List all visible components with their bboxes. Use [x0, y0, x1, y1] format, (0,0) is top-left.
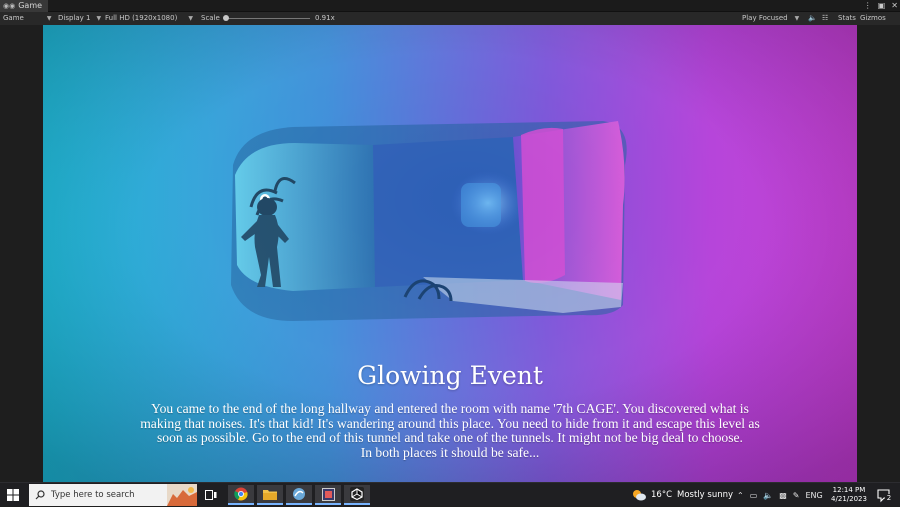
- weather-temperature: 16°C: [651, 490, 673, 500]
- stats-button[interactable]: Stats: [838, 12, 856, 25]
- pen-icon[interactable]: ✎: [793, 491, 800, 500]
- game-view-dropdown[interactable]: Game ▼: [3, 12, 51, 25]
- notification-count: 2: [885, 494, 893, 502]
- game-tab[interactable]: ◉◉ Game: [0, 0, 49, 12]
- scale-label: Scale: [201, 14, 220, 22]
- editor-tab-bar: ◉◉ Game ⋮ ▣ ✕: [0, 0, 900, 12]
- game-viewport[interactable]: Glowing Event You came to the end of the…: [43, 25, 857, 482]
- chrome-icon[interactable]: [228, 485, 254, 505]
- game-view-dropdown-label: Game: [3, 14, 24, 22]
- story-text: You came to the end of the long hallway …: [93, 401, 807, 460]
- window-controls: ⋮ ▣ ✕: [864, 0, 898, 12]
- clock-time: 12:14 PM: [832, 486, 866, 494]
- resolution-dropdown[interactable]: Full HD (1920x1080) ▼: [105, 12, 193, 25]
- mute-audio-icon[interactable]: 🔈: [808, 12, 817, 25]
- task-view-icon[interactable]: [198, 485, 224, 505]
- monitor-icon[interactable]: ▩: [779, 491, 787, 500]
- vsync-icon[interactable]: ☷: [822, 12, 828, 25]
- editor-app-icon[interactable]: [315, 485, 341, 505]
- system-tray: ⌃ ▭ 🔈 ▩ ✎ ENG: [737, 483, 823, 507]
- search-placeholder: Type here to search: [51, 490, 135, 500]
- display-dropdown-label: Display 1: [58, 14, 91, 22]
- display-dropdown[interactable]: Display 1 ▼: [58, 12, 101, 25]
- file-explorer-icon[interactable]: [257, 485, 283, 505]
- game-view-toolbar: Game ▼ Display 1 ▼ Full HD (1920x1080) ▼…: [0, 12, 900, 25]
- weather-widget[interactable]: 16°C Mostly sunny: [632, 483, 733, 507]
- scale-slider-track[interactable]: [226, 18, 310, 19]
- notification-center-icon[interactable]: 2: [876, 487, 893, 503]
- scale-slider-handle[interactable]: [223, 15, 229, 21]
- windows-taskbar: Type here to search 16°C Mostly sunny ⌃ …: [0, 482, 900, 506]
- chevron-down-icon: ▼: [188, 15, 193, 22]
- chevron-down-icon: ▼: [46, 15, 52, 22]
- game-tab-label: Game: [18, 1, 43, 10]
- story-line-1: You came to the end of the long hallway …: [151, 401, 749, 416]
- search-highlight-art: [167, 484, 197, 506]
- unity-icon[interactable]: [344, 485, 370, 505]
- language-indicator[interactable]: ENG: [806, 491, 823, 500]
- search-icon: [35, 490, 45, 500]
- story-line-4: In both places it should be safe...: [360, 444, 540, 460]
- story-line-2: making that noises. It's that kid! It's …: [140, 415, 760, 431]
- taskbar-clock[interactable]: 12:14 PM 4/21/2023: [826, 486, 872, 504]
- clock-date: 4/21/2023: [831, 495, 867, 503]
- close-icon[interactable]: ✕: [891, 0, 898, 12]
- speaker-icon[interactable]: 🔈: [763, 491, 773, 500]
- maximize-icon[interactable]: ▣: [878, 0, 886, 12]
- windows-start-icon[interactable]: [6, 488, 20, 502]
- gizmos-button[interactable]: Gizmos: [860, 12, 886, 25]
- gamepad-icon: ◉◉: [3, 2, 16, 10]
- chevron-down-icon: ▼: [96, 15, 102, 22]
- play-mode-label: Play Focused: [742, 14, 788, 22]
- scale-value: 0.91x: [315, 14, 335, 22]
- chevron-up-icon[interactable]: ⌃: [737, 491, 744, 500]
- story-line-3: soon as possible. Go to the end of this …: [157, 430, 743, 446]
- chevron-down-icon: ▼: [794, 15, 800, 22]
- play-mode-dropdown[interactable]: Play Focused ▼: [742, 12, 799, 25]
- partly-sunny-icon: [633, 490, 646, 501]
- taskbar-search-box[interactable]: Type here to search: [29, 484, 197, 506]
- level-title: Glowing Event: [357, 361, 543, 390]
- battery-icon[interactable]: ▭: [750, 491, 758, 500]
- more-options-icon[interactable]: ⋮: [864, 0, 872, 12]
- resolution-dropdown-label: Full HD (1920x1080): [105, 14, 178, 22]
- weather-description: Mostly sunny: [677, 490, 734, 500]
- app-icon[interactable]: [286, 485, 312, 505]
